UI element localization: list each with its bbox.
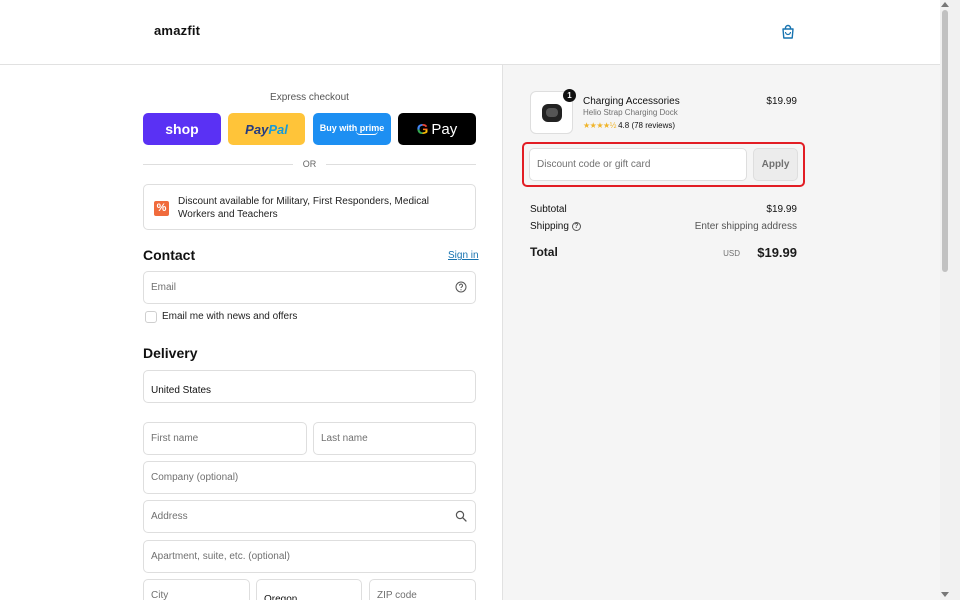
product-rating: ★★★★½ 4.8 (78 reviews): [583, 121, 675, 130]
city-placeholder: City: [151, 590, 169, 600]
city-field[interactable]: City: [143, 579, 250, 600]
email-placeholder: Email: [151, 282, 177, 293]
company-field[interactable]: Company (optional): [143, 461, 476, 494]
discount-placeholder: Discount code or gift card: [537, 159, 651, 170]
shipping-label: Shipping: [530, 221, 569, 232]
zip-placeholder: ZIP code: [377, 590, 417, 600]
amazfit-logo[interactable]: amazfit: [154, 23, 200, 38]
or-divider: OR: [143, 158, 476, 170]
star-rating-icon: ★★★★½: [583, 121, 616, 130]
total-row: Total USD $19.99: [530, 245, 797, 261]
scrollbar-thumb[interactable]: [942, 10, 948, 272]
discount-code-input[interactable]: Discount code or gift card: [529, 148, 747, 181]
email-field[interactable]: Email: [143, 271, 476, 304]
delivery-heading: Delivery: [143, 345, 198, 361]
state-value: Oregon: [264, 594, 298, 600]
last-name-placeholder: Last name: [321, 433, 368, 444]
address-placeholder: Address: [151, 511, 188, 522]
amazon-buy-with-prime-button[interactable]: Buy with prime: [313, 113, 391, 145]
help-circle-icon[interactable]: [455, 281, 467, 293]
quantity-badge: 1: [563, 89, 576, 102]
apartment-placeholder: Apartment, suite, etc. (optional): [151, 551, 290, 562]
shop-pay-label: shop: [165, 121, 199, 137]
paypal-pal-text: Pal: [268, 121, 288, 137]
newsletter-label: Email me with news and offers: [162, 311, 298, 322]
google-pay-label: Pay: [431, 120, 458, 138]
state-select[interactable]: Oregon: [256, 579, 362, 600]
shipping-help-icon[interactable]: ?: [571, 221, 581, 231]
scroll-down-arrow-icon[interactable]: [941, 592, 949, 597]
country-select[interactable]: United States: [143, 370, 476, 403]
newsletter-checkbox[interactable]: [145, 311, 157, 323]
header: amazfit: [0, 0, 940, 65]
express-checkout-label: Express checkout: [270, 92, 349, 103]
subtotal-label: Subtotal: [530, 204, 567, 215]
apartment-field[interactable]: Apartment, suite, etc. (optional): [143, 540, 476, 573]
page-scrollbar[interactable]: [940, 0, 960, 600]
subtotal-row: Subtotal $19.99: [530, 204, 797, 215]
subtotal-value: $19.99: [766, 204, 797, 215]
discount-notice-text: Discount available for Military, First R…: [178, 196, 430, 220]
paypal-pay-text: Pay: [245, 121, 269, 137]
sign-in-link[interactable]: Sign in: [448, 250, 479, 261]
google-g-icon: G: [416, 120, 429, 138]
total-label: Total: [530, 245, 558, 259]
currency-code: USD: [723, 249, 740, 258]
charging-dock-image: [542, 104, 562, 122]
rating-text: 4.8 (78 reviews): [618, 121, 676, 130]
amazon-smile-icon: [356, 131, 378, 135]
scroll-up-arrow-icon[interactable]: [941, 2, 949, 7]
first-name-placeholder: First name: [151, 433, 199, 444]
shipping-row: Shipping? Enter shipping address: [530, 221, 797, 232]
shopping-bag-icon[interactable]: [780, 24, 796, 40]
product-price: $19.99: [766, 96, 797, 107]
apply-discount-button[interactable]: Apply: [753, 148, 798, 181]
paypal-button[interactable]: Pay Pal: [228, 113, 305, 145]
google-pay-button[interactable]: G Pay: [398, 113, 476, 145]
address-field[interactable]: Address: [143, 500, 476, 533]
percent-tag-icon: %: [154, 201, 169, 216]
total-amount: $19.99: [757, 245, 797, 260]
product-title: Charging Accessories: [583, 96, 680, 107]
search-icon: [455, 510, 467, 522]
shipping-value: Enter shipping address: [694, 221, 797, 232]
first-name-field[interactable]: First name: [143, 422, 307, 455]
company-placeholder: Company (optional): [151, 472, 239, 483]
contact-heading: Contact: [143, 247, 196, 263]
country-value: United States: [151, 385, 212, 396]
divider-line-right: [326, 164, 476, 165]
zip-field[interactable]: ZIP code: [369, 579, 476, 600]
product-variant: Helio Strap Charging Dock: [583, 108, 678, 117]
discount-notice: % Discount available for Military, First…: [143, 184, 476, 230]
shop-pay-button[interactable]: shop: [143, 113, 221, 145]
last-name-field[interactable]: Last name: [313, 422, 476, 455]
